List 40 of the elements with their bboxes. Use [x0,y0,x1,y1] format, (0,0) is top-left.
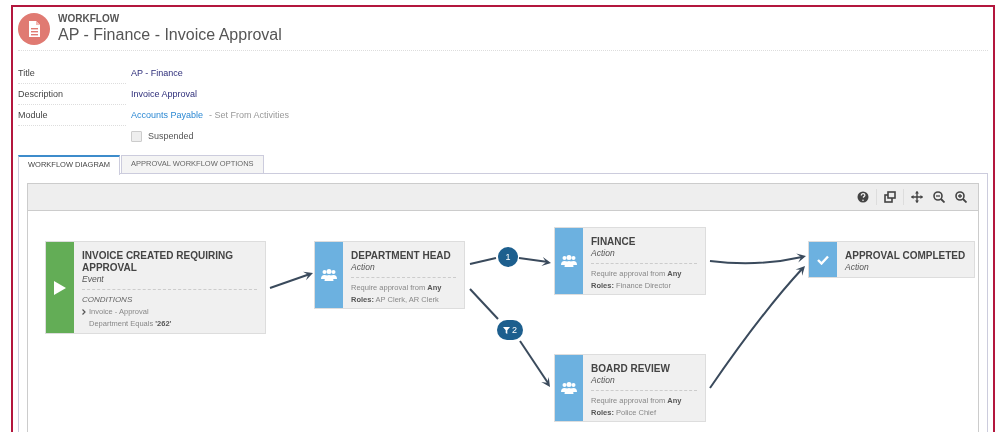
field-note: - Set From Activities [209,109,290,122]
badge-number: 1 [505,252,511,262]
node-type: Event [82,274,105,284]
module-label: WORKFLOW [58,13,121,25]
field-value: Invoice Approval [131,88,198,101]
page-title: AP - Finance - Invoice Approval [58,25,282,45]
connector-line [469,288,499,320]
connector-arrow [518,257,551,266]
connector-arrow [269,271,313,289]
people-icon [561,255,577,267]
zoom-in-button[interactable] [952,189,970,205]
connector-arrow [519,340,550,387]
module-link[interactable]: Accounts Payable [131,105,204,125]
node-type: Action [351,262,376,272]
checkbox-label: Suspended [148,131,194,141]
node-type: Action [591,375,616,385]
field-label: Description [18,84,126,105]
field-label: Title [18,63,126,84]
node-title: INVOICE CREATED REQUIRING APPROVAL [82,250,234,274]
chevron-icon [82,309,86,315]
connector-line [469,257,497,265]
node-title: APPROVAL COMPLETED [845,250,966,262]
document-icon [18,13,50,45]
people-icon [561,382,577,394]
people-icon [321,269,337,281]
node-title: BOARD REVIEW [591,363,671,375]
node-title: DEPARTMENT HEAD [351,250,452,262]
checkbox[interactable] [131,130,142,142]
field-label: Module [18,105,126,126]
node-type: Action [845,262,870,272]
conditions-heading: CONDITIONS [82,294,134,306]
node-title: FINANCE [591,236,637,248]
check-icon [817,254,829,265]
play-icon [54,280,66,295]
windows-button[interactable] [881,189,899,205]
filter-icon [503,326,510,334]
zoom-out-button[interactable] [930,189,948,205]
node-type: Action [591,248,616,258]
field-value: AP - Finance [131,67,183,80]
badge-number: 2 [512,325,517,335]
